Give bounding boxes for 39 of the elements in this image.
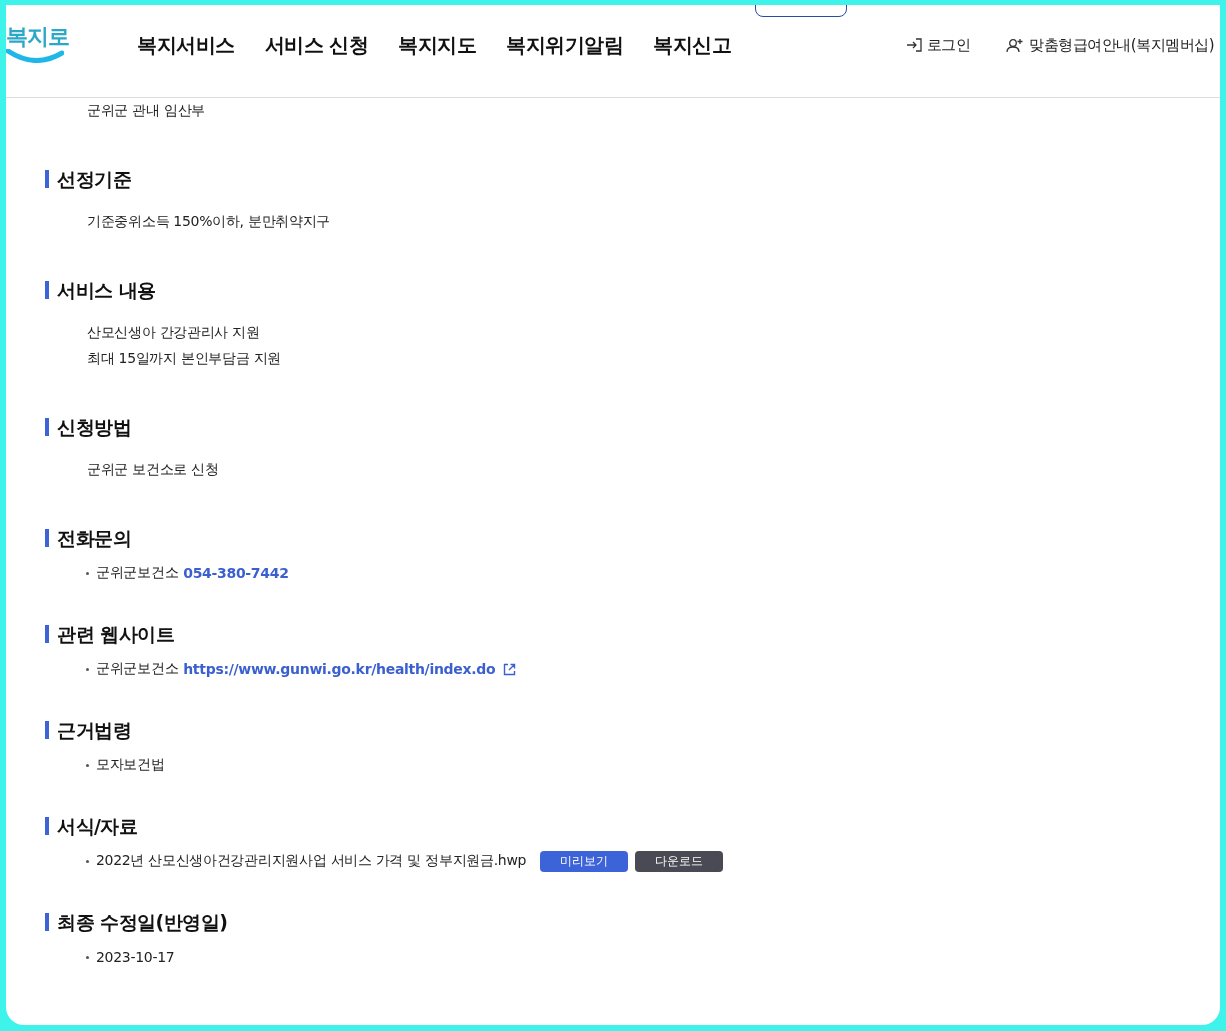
section-heading: 근거법령: [45, 721, 1220, 739]
body-text: 기준중위소득 150%이하, 분만취약지구: [87, 212, 332, 231]
nav-link[interactable]: 복지신고: [653, 31, 732, 59]
section-heading: 전화문의: [45, 529, 1220, 547]
section-heading: 신청방법: [45, 418, 1220, 436]
bullet-icon: [86, 859, 89, 863]
body-text: 군위군 보건소로 신청: [87, 460, 220, 479]
body-text: 산모신생아 간강관리사 지원: [87, 323, 261, 342]
item-text: 2023-10-17: [96, 949, 175, 965]
download-button[interactable]: 다운로드: [635, 850, 724, 872]
bullet-icon: [86, 667, 89, 671]
section-heading: 관련 웹사이트: [45, 625, 1220, 643]
login-link[interactable]: 로그인: [905, 35, 971, 55]
section-heading: 서비스 내용: [45, 281, 1220, 299]
body-text: 군위군 관내 임산부: [87, 101, 206, 120]
user-add-icon: [1006, 37, 1025, 53]
logo-text: 복지로: [6, 25, 69, 48]
body-text: 최대 15일까지 본인부담금 지원: [87, 349, 283, 368]
login-icon: [905, 38, 922, 52]
contact-link[interactable]: 054-380-7442: [183, 565, 289, 581]
membership-link[interactable]: 맞춤형급여안내(복지멤버십): [1006, 35, 1214, 55]
item-text: 군위군보건소: [96, 564, 179, 582]
item-text: 군위군보건소: [96, 660, 179, 678]
bullet-icon: [86, 763, 89, 767]
nav-link[interactable]: 복지위기알림: [506, 31, 624, 59]
nav-link[interactable]: 서비스 신청: [264, 31, 369, 59]
preview-button[interactable]: 미리보기: [540, 850, 629, 872]
external-link-icon[interactable]: [503, 662, 517, 676]
nav-link[interactable]: 복지지도: [398, 31, 477, 59]
smile-icon: [6, 48, 64, 63]
item-text: 2022년 산모신생아건강관리지원사업 서비스 가격 및 정부지원금.hwp: [96, 852, 527, 870]
section-heading: 최종 수정일(반영일): [45, 913, 1220, 931]
bullet-icon: [86, 955, 89, 959]
section-heading: 선정기준: [45, 170, 1220, 188]
contact-link[interactable]: https://www.gunwi.go.kr/health/index.do: [183, 661, 496, 677]
bullet-icon: [86, 571, 89, 575]
nav-link[interactable]: 복지서비스: [137, 31, 235, 59]
item-text: 모자보건법: [96, 756, 165, 774]
section-heading: 서식/자료: [45, 817, 1220, 835]
